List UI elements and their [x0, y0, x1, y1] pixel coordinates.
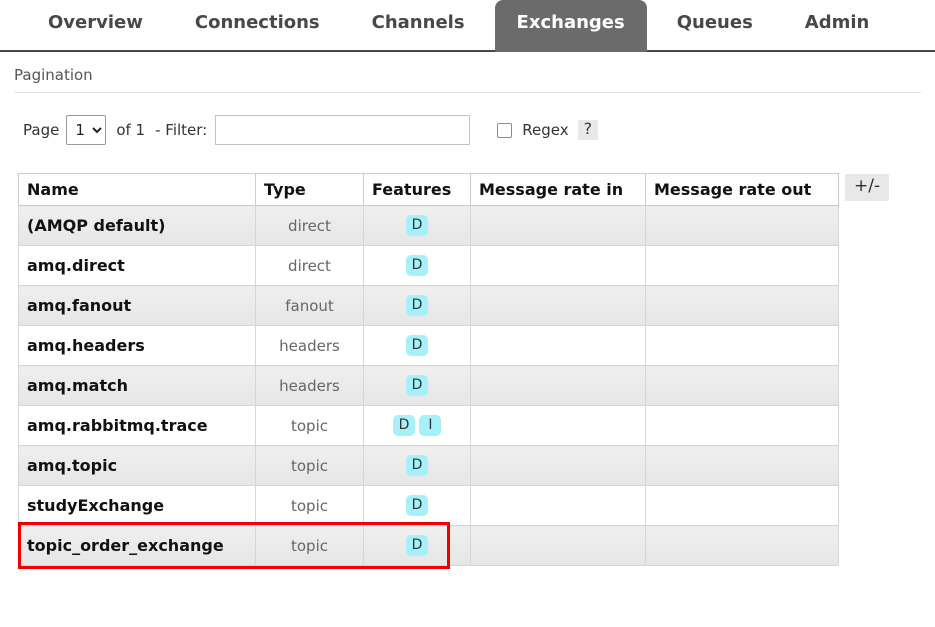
- table-row[interactable]: topic_order_exchangetopic D: [19, 526, 839, 566]
- regex-label: Regex: [522, 121, 568, 139]
- nav-tab-admin[interactable]: Admin: [783, 0, 892, 52]
- table-row[interactable]: amq.topictopic D: [19, 446, 839, 486]
- feature-badge-d: D: [406, 535, 429, 556]
- exchange-features: D: [364, 526, 471, 566]
- column-header-message-rate-in[interactable]: Message rate in: [471, 174, 646, 206]
- feature-badge-i: I: [419, 415, 441, 436]
- feature-badge-d: D: [406, 255, 429, 276]
- filter-input[interactable]: [215, 115, 470, 145]
- message-rate-out-value: [646, 286, 839, 326]
- message-rate-out-value: [646, 326, 839, 366]
- exchange-features: D: [364, 206, 471, 246]
- message-rate-in-value: [471, 366, 646, 406]
- feature-badge-d: D: [406, 495, 429, 516]
- message-rate-in-value: [471, 406, 646, 446]
- exchange-name-link[interactable]: amq.rabbitmq.trace: [19, 406, 256, 446]
- feature-badge-d: D: [406, 295, 429, 316]
- pagination-section: Pagination Page 1 of 1 - Filter: Regex ?: [0, 52, 935, 145]
- message-rate-in-value: [471, 206, 646, 246]
- message-rate-out-value: [646, 206, 839, 246]
- exchange-name-link[interactable]: topic_order_exchange: [19, 526, 256, 566]
- exchange-features: D: [364, 286, 471, 326]
- exchange-name-link[interactable]: amq.fanout: [19, 286, 256, 326]
- exchange-type: direct: [256, 206, 364, 246]
- exchange-type: topic: [256, 526, 364, 566]
- message-rate-in-value: [471, 246, 646, 286]
- column-header-message-rate-out[interactable]: Message rate out: [646, 174, 839, 206]
- exchange-features: D: [364, 366, 471, 406]
- table-row[interactable]: amq.fanoutfanout D: [19, 286, 839, 326]
- message-rate-in-value: [471, 526, 646, 566]
- exchange-name-link[interactable]: amq.headers: [19, 326, 256, 366]
- exchange-features: DI: [364, 406, 471, 446]
- table-row[interactable]: (AMQP default)direct D: [19, 206, 839, 246]
- exchanges-table-container: NameTypeFeaturesMessage rate inMessage r…: [18, 173, 890, 566]
- feature-badge-d: D: [406, 375, 429, 396]
- pagination-heading: Pagination: [14, 52, 921, 93]
- exchange-type: direct: [256, 246, 364, 286]
- feature-badge-d: D: [393, 415, 416, 436]
- regex-checkbox[interactable]: [497, 123, 512, 138]
- nav-tab-channels[interactable]: Channels: [350, 0, 487, 52]
- message-rate-in-value: [471, 486, 646, 526]
- filter-controls-row: Page 1 of 1 - Filter: Regex ?: [14, 93, 921, 145]
- exchange-type: topic: [256, 486, 364, 526]
- exchange-name-link[interactable]: (AMQP default): [19, 206, 256, 246]
- message-rate-out-value: [646, 366, 839, 406]
- exchange-features: D: [364, 246, 471, 286]
- table-row[interactable]: amq.directdirect D: [19, 246, 839, 286]
- message-rate-in-value: [471, 286, 646, 326]
- page-total-label: of 1: [116, 121, 145, 139]
- exchange-name-link[interactable]: studyExchange: [19, 486, 256, 526]
- column-header-type[interactable]: Type: [256, 174, 364, 206]
- table-row[interactable]: amq.headersheaders D: [19, 326, 839, 366]
- column-header-name[interactable]: Name: [19, 174, 256, 206]
- feature-badge-d: D: [406, 455, 429, 476]
- message-rate-out-value: [646, 406, 839, 446]
- table-row[interactable]: studyExchangetopic D: [19, 486, 839, 526]
- regex-help-icon[interactable]: ?: [578, 120, 599, 140]
- exchange-name-link[interactable]: amq.topic: [19, 446, 256, 486]
- exchange-name-link[interactable]: amq.direct: [19, 246, 256, 286]
- exchange-type: headers: [256, 366, 364, 406]
- exchange-type: fanout: [256, 286, 364, 326]
- nav-tab-exchanges[interactable]: Exchanges: [495, 0, 647, 52]
- message-rate-out-value: [646, 246, 839, 286]
- message-rate-out-value: [646, 526, 839, 566]
- exchange-type: headers: [256, 326, 364, 366]
- message-rate-in-value: [471, 326, 646, 366]
- nav-tab-overview[interactable]: Overview: [26, 0, 165, 52]
- exchange-features: D: [364, 486, 471, 526]
- nav-tab-queues[interactable]: Queues: [655, 0, 775, 52]
- exchange-type: topic: [256, 446, 364, 486]
- message-rate-out-value: [646, 446, 839, 486]
- filter-label: - Filter:: [155, 121, 207, 139]
- feature-badge-d: D: [406, 215, 429, 236]
- exchanges-table: NameTypeFeaturesMessage rate inMessage r…: [18, 173, 839, 566]
- feature-badge-d: D: [406, 335, 429, 356]
- exchange-type: topic: [256, 406, 364, 446]
- exchange-features: D: [364, 446, 471, 486]
- table-row[interactable]: amq.rabbitmq.tracetopicDI: [19, 406, 839, 446]
- page-select[interactable]: 1: [66, 115, 106, 145]
- toggle-columns-button[interactable]: +/-: [845, 174, 889, 201]
- main-navigation: OverviewConnectionsChannelsExchangesQueu…: [0, 0, 935, 52]
- exchange-name-link[interactable]: amq.match: [19, 366, 256, 406]
- nav-tab-connections[interactable]: Connections: [173, 0, 342, 52]
- exchange-features: D: [364, 326, 471, 366]
- page-label: Page: [23, 121, 59, 139]
- table-header-row: NameTypeFeaturesMessage rate inMessage r…: [19, 174, 839, 206]
- table-body: (AMQP default)direct Damq.directdirect Dam…: [19, 206, 839, 566]
- column-header-features[interactable]: Features: [364, 174, 471, 206]
- table-row[interactable]: amq.matchheaders D: [19, 366, 839, 406]
- message-rate-in-value: [471, 446, 646, 486]
- message-rate-out-value: [646, 486, 839, 526]
